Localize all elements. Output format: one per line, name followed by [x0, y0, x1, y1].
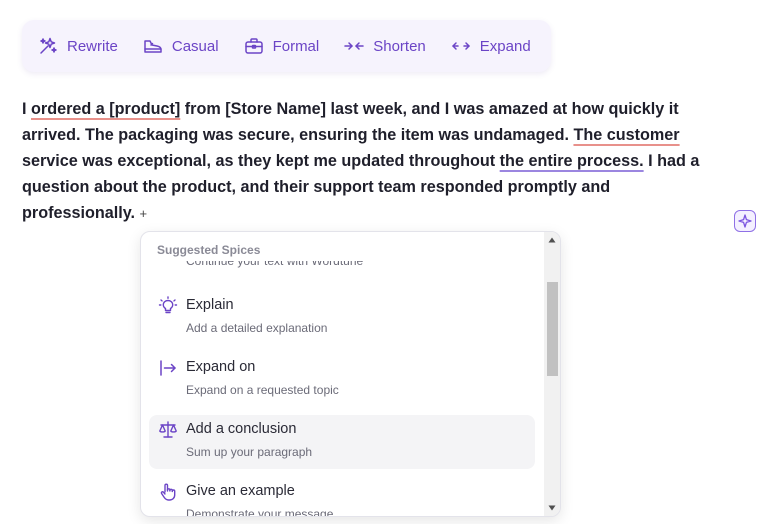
- add-text-plus[interactable]: +: [140, 206, 148, 221]
- suggestion-underline[interactable]: the entire process.: [500, 152, 644, 170]
- casual-label: Casual: [171, 37, 219, 55]
- triangle-up-icon: [548, 237, 556, 243]
- dropdown-list: Suggested Spices Continue your text with…: [141, 232, 544, 516]
- scroll-up-arrow[interactable]: [544, 232, 560, 248]
- editor-paragraph[interactable]: I ordered a [product] from [Store Name] …: [22, 96, 722, 227]
- spice-description: Expand on a requested topic: [186, 383, 339, 397]
- spice-title: Add a conclusion: [186, 421, 297, 437]
- triangle-down-icon: [548, 505, 556, 511]
- casual-button[interactable]: Casual: [143, 36, 219, 56]
- arrow-right-bar-icon: [158, 358, 178, 378]
- arrows-in-icon: [344, 42, 364, 50]
- shorten-label: Shorten: [373, 37, 426, 55]
- scroll-thumb[interactable]: [547, 282, 558, 376]
- rewrite-button[interactable]: Rewrite: [38, 36, 118, 56]
- expand-label: Expand: [479, 37, 531, 55]
- suggestion-underline[interactable]: ordered a [product]: [31, 100, 180, 118]
- suggestion-underline[interactable]: The customer: [573, 126, 679, 144]
- sparkle-icon: [738, 214, 752, 228]
- text-segment: I: [22, 100, 31, 118]
- expand-button[interactable]: Expand: [451, 36, 531, 56]
- lightbulb-icon: [158, 296, 178, 316]
- spice-title: Expand on: [186, 359, 256, 375]
- wordtune-spark-button[interactable]: [734, 210, 756, 232]
- rewrite-label: Rewrite: [67, 37, 118, 55]
- formal-label: Formal: [272, 37, 320, 55]
- briefcase-icon: [244, 38, 263, 54]
- shorten-button[interactable]: Shorten: [344, 36, 426, 56]
- spice-item-explain[interactable]: Explain Add a detailed explanation: [149, 291, 535, 345]
- shoe-icon: [144, 40, 162, 53]
- spice-description: Add a detailed explanation: [186, 321, 328, 335]
- scroll-down-arrow[interactable]: [544, 500, 560, 516]
- spice-title: Give an example: [186, 483, 295, 499]
- spice-title: Explain: [186, 297, 234, 313]
- sparkles-icon: [40, 37, 57, 54]
- dropdown-scrollbar[interactable]: [544, 232, 560, 516]
- spice-description: Sum up your paragraph: [186, 445, 313, 459]
- spice-item-expand-on[interactable]: Expand on Expand on a requested topic: [149, 353, 535, 407]
- spice-item-give-example[interactable]: Give an example Demonstrate your message: [149, 477, 535, 516]
- formal-button[interactable]: Formal: [244, 36, 320, 56]
- arrows-out-icon: [452, 42, 470, 50]
- dropdown-header: Suggested Spices: [157, 243, 537, 261]
- scale-icon: [158, 420, 178, 440]
- text-segment: service was exceptional, as they kept me…: [22, 152, 500, 170]
- rewrite-toolbar: Rewrite Casual Formal Shorten Expand: [22, 20, 551, 72]
- suggested-spices-dropdown: Suggested Spices Continue your text with…: [140, 231, 561, 517]
- spice-item-add-conclusion[interactable]: Add a conclusion Sum up your paragraph: [149, 415, 535, 469]
- pointing-hand-icon: [158, 482, 178, 502]
- spice-description: Demonstrate your message: [186, 507, 334, 516]
